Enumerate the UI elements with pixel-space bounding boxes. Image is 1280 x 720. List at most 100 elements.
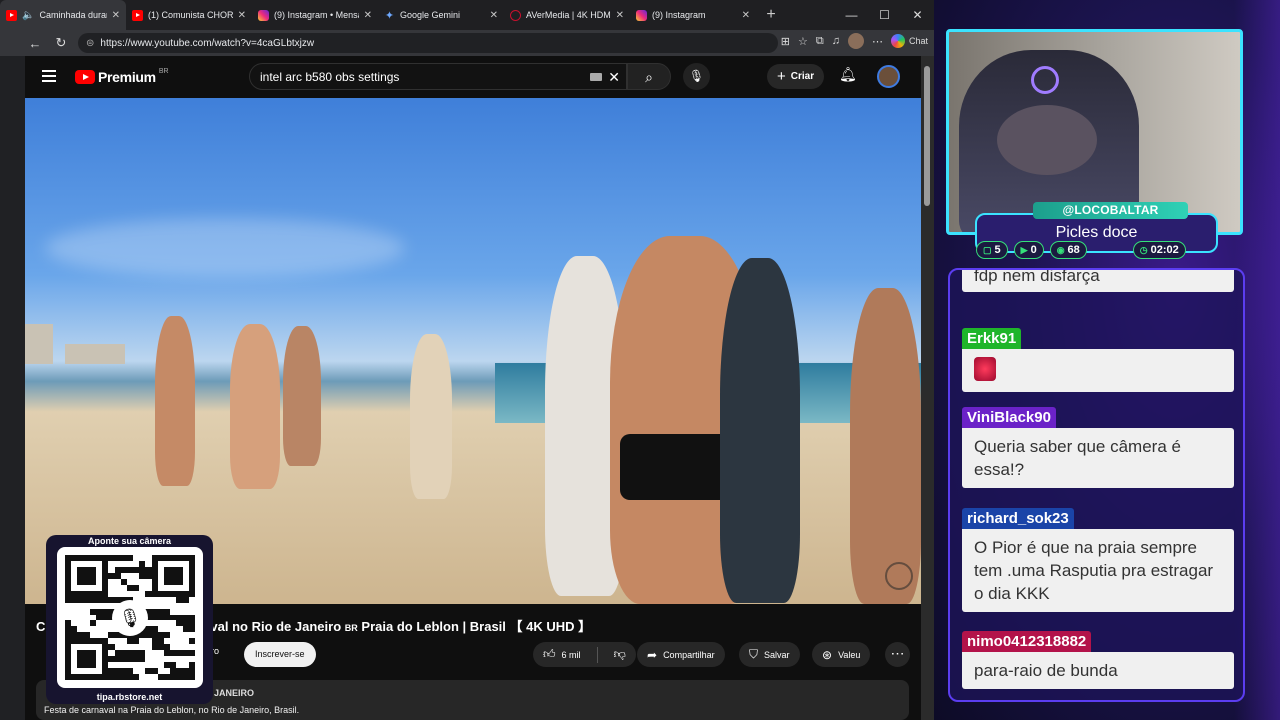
favorite-star-icon[interactable]: ☆ (798, 35, 808, 48)
tab-title: Google Gemini (400, 10, 461, 20)
video-frame-building (65, 344, 125, 364)
video-frame-person (230, 324, 280, 489)
dislike-button[interactable]: 👎︎ (604, 642, 636, 667)
tab-youtube-comunista[interactable]: (1) Comunista CHORA ✕ (126, 0, 252, 30)
tab-title: (1) Comunista CHORA (148, 10, 233, 20)
gemini-icon: ✦ (384, 9, 395, 22)
youtube-count: 0 (1030, 244, 1037, 256)
clear-search-icon[interactable]: ✕ (608, 69, 620, 86)
like-button[interactable]: 👍︎ 6 mil (533, 642, 591, 667)
video-frame-person (410, 334, 452, 499)
keyboard-icon[interactable] (590, 73, 602, 81)
close-tab-icon[interactable]: ✕ (112, 10, 120, 21)
voice-search-button[interactable]: 🎙 (683, 63, 710, 90)
page-scrollbar[interactable] (921, 56, 934, 720)
profile-avatar[interactable] (847, 33, 864, 49)
menu-dots-icon[interactable]: ⋯ (872, 35, 883, 48)
create-button[interactable]: + Criar (767, 64, 825, 89)
subscribe-button[interactable]: Inscrever-se (244, 642, 316, 667)
chat-message-text: para-raio de bunda (962, 652, 1234, 689)
title-part: C (36, 619, 46, 634)
youtube-premium-logo[interactable]: Premium BR (75, 68, 169, 85)
super-thanks-icon: ⊛ (822, 647, 833, 662)
back-icon[interactable]: ← (22, 36, 48, 51)
avermedia-icon (510, 9, 521, 21)
reload-icon[interactable]: ↻ (48, 35, 74, 51)
new-tab-button[interactable]: + (756, 6, 786, 24)
app-available-icon[interactable]: ⊞ (781, 35, 790, 48)
chat-box: fdp nem disfarça Erkk91 ViniBlack90 Quer… (948, 268, 1245, 702)
streamer-username: @LOCOBALTAR (1033, 202, 1188, 219)
hamburger-menu-icon[interactable] (42, 70, 56, 82)
tab-title: AVerMedia | 4K HDMI (526, 10, 611, 20)
youtube-play-icon (75, 70, 95, 84)
video-player[interactable] (25, 98, 921, 604)
like-count: 6 mil (561, 649, 581, 660)
youtube-count-badge: ▶ 0 (1013, 241, 1044, 259)
thanks-label: Valeu (838, 649, 861, 660)
media-icon[interactable]: ♫ (832, 35, 840, 47)
stream-title: Picles doce (1055, 224, 1138, 241)
chat-count: 5 (994, 244, 1001, 256)
youtube-icon (6, 9, 17, 21)
tab-youtube-caminhada[interactable]: 🔈 Caminhada duran ✕ (0, 0, 126, 30)
microphone-icon: 🎙 (688, 69, 705, 83)
create-label: Criar (790, 71, 815, 82)
close-tab-icon[interactable]: ✕ (742, 10, 750, 21)
close-tab-icon[interactable]: ✕ (238, 10, 246, 21)
close-tab-icon[interactable]: ✕ (490, 10, 498, 21)
chat-message-body (962, 349, 1234, 392)
scrollbar-thumb[interactable] (924, 66, 930, 206)
video-frame-person (850, 288, 921, 604)
video-frame-swimwear (620, 434, 730, 500)
streamer-silhouette (997, 105, 1097, 175)
chat-message: Erkk91 (962, 328, 1234, 392)
account-avatar[interactable] (877, 65, 900, 88)
thanks-button[interactable]: ⊛ Valeu (812, 642, 871, 667)
title-part: val no Rio de Janeiro (210, 619, 342, 634)
url-field[interactable]: ⊜ https://www.youtube.com/watch?v=4caGLb… (78, 33, 778, 53)
video-frame-person (720, 258, 800, 603)
notifications-bell-icon[interactable]: 🔔︎ (839, 66, 857, 83)
clock-icon: ◷ (1139, 244, 1148, 255)
thumbs-up-icon: 👍︎ (543, 647, 556, 661)
stream-stats: ▢ 5 ▶ 0 ◉ 68 ◷ 02:02 (976, 241, 1186, 259)
maximize-icon[interactable]: ☐ (868, 0, 901, 30)
more-actions-icon[interactable]: ⋯ (885, 642, 910, 667)
search-input[interactable]: intel arc b580 obs settings ✕ (249, 63, 627, 90)
divider (596, 646, 598, 663)
search-button[interactable]: ⌕ (627, 63, 671, 90)
followers-icon: ◉ (1056, 244, 1065, 255)
qr-code-overlay: Aponte sua câmera 🎙 tipa.rbstore.net (46, 535, 213, 704)
qr-code-image: 🎙 (57, 547, 203, 688)
toolbar-right: ⊞ ☆ ⧉ ♫ ⋯ Chat (781, 33, 928, 49)
save-label: Salvar (764, 649, 790, 660)
tab-avermedia[interactable]: AVerMedia | 4K HDMI ✕ (504, 0, 630, 30)
tab-bar: 🔈 Caminhada duran ✕ (1) Comunista CHORA … (0, 0, 934, 30)
speaker-icon[interactable]: 🔈 (22, 10, 34, 21)
share-button[interactable]: ➦ Compartilhar (637, 642, 725, 667)
share-icon: ➦ (647, 647, 658, 662)
address-bar-row: ← ↻ ⊜ https://www.youtube.com/watch?v=4c… (0, 30, 934, 56)
close-tab-icon[interactable]: ✕ (616, 10, 624, 21)
minimize-icon[interactable]: — (835, 0, 868, 30)
chat-message: richard_sok23 O Pior é que na praia semp… (962, 508, 1234, 612)
copilot-chat-button[interactable]: Chat (890, 34, 928, 48)
close-tab-icon[interactable]: ✕ (364, 10, 372, 21)
chat-label: Chat (908, 36, 928, 46)
save-button[interactable]: ⛉ Salvar (739, 642, 800, 667)
close-window-icon[interactable]: ✕ (901, 0, 934, 30)
tab-gemini[interactable]: ✦ Google Gemini ✕ (378, 0, 504, 30)
chat-username: Erkk91 (962, 328, 1022, 349)
tab-instagram-messages[interactable]: (9) Instagram • Mensa ✕ (252, 0, 378, 30)
stream-time: 02:02 (1150, 244, 1179, 256)
channel-watermark-icon[interactable] (885, 562, 913, 590)
search-icon: ⌕ (645, 69, 653, 85)
plus-icon: + (777, 68, 786, 85)
site-info-icon[interactable]: ⊜ (86, 38, 94, 49)
qr-module (188, 674, 195, 680)
followers-badge: ◉ 68 (1049, 241, 1087, 259)
extensions-icon[interactable]: ⧉ (816, 35, 824, 48)
tab-instagram[interactable]: (9) Instagram ✕ (630, 0, 756, 30)
qr-top-text: Aponte sua câmera (87, 536, 172, 546)
